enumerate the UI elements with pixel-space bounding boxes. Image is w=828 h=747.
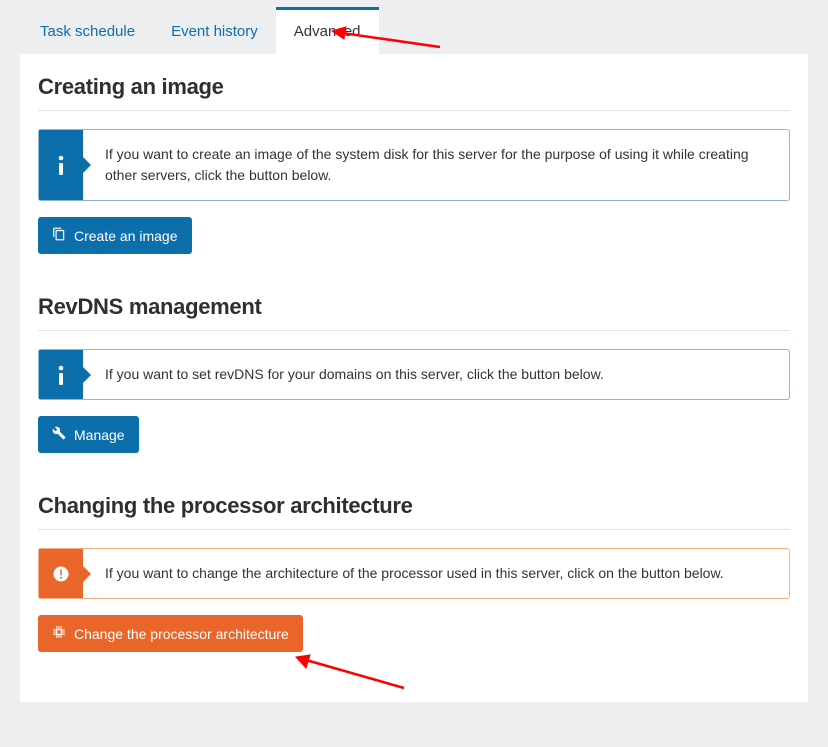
manage-revdns-button[interactable]: Manage: [38, 416, 139, 453]
section-revdns: RevDNS management If you want to set rev…: [38, 294, 790, 453]
advanced-panel: Creating an image If you want to create …: [20, 54, 808, 702]
section-create-image: Creating an image If you want to create …: [38, 74, 790, 254]
divider: [38, 110, 790, 111]
divider: [38, 330, 790, 331]
infobox-text: If you want to set revDNS for your domai…: [83, 350, 789, 399]
tab-task-schedule[interactable]: Task schedule: [22, 7, 153, 54]
tab-bar: Task schedule Event history Advanced: [0, 0, 828, 54]
info-icon: [39, 350, 83, 399]
create-image-button[interactable]: Create an image: [38, 217, 192, 254]
divider: [38, 529, 790, 530]
change-arch-button[interactable]: Change the processor architecture: [38, 615, 303, 652]
infobox-text: If you want to create an image of the sy…: [83, 130, 789, 200]
copy-icon: [52, 227, 66, 244]
cpu-icon: [52, 625, 66, 642]
info-icon: [39, 130, 83, 200]
section-title-revdns: RevDNS management: [38, 294, 790, 320]
warning-icon: [39, 549, 83, 598]
tab-event-history[interactable]: Event history: [153, 7, 276, 54]
infobox-revdns: If you want to set revDNS for your domai…: [38, 349, 790, 400]
tab-advanced[interactable]: Advanced: [276, 7, 379, 54]
change-arch-button-label: Change the processor architecture: [74, 626, 289, 642]
manage-revdns-button-label: Manage: [74, 427, 125, 443]
tools-icon: [52, 426, 66, 443]
infobox-create-image: If you want to create an image of the sy…: [38, 129, 790, 201]
section-arch: Changing the processor architecture If y…: [38, 493, 790, 652]
infobox-text: If you want to change the architecture o…: [83, 549, 789, 598]
create-image-button-label: Create an image: [74, 228, 178, 244]
section-title-arch: Changing the processor architecture: [38, 493, 790, 519]
section-title-create-image: Creating an image: [38, 74, 790, 100]
infobox-arch: If you want to change the architecture o…: [38, 548, 790, 599]
